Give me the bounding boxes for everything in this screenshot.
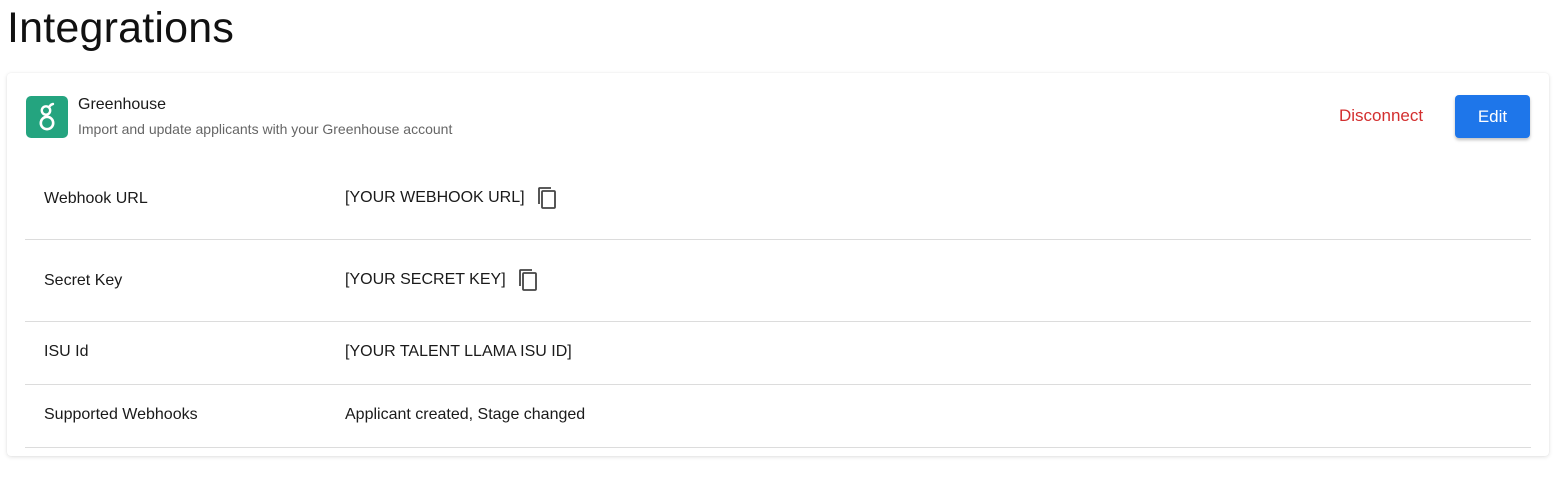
page-title: Integrations <box>7 4 235 52</box>
greenhouse-logo-icon <box>39 102 55 131</box>
field-value: [YOUR TALENT LLAMA ISU ID] <box>345 343 572 360</box>
integration-fields: Webhook URL [YOUR WEBHOOK URL] Secret Ke… <box>25 159 1531 448</box>
field-value: [YOUR SECRET KEY] <box>345 271 506 288</box>
field-row-webhook-url: Webhook URL [YOUR WEBHOOK URL] <box>25 159 1531 240</box>
field-label: Webhook URL <box>44 190 148 207</box>
field-label: Supported Webhooks <box>44 406 198 423</box>
field-value: Applicant created, Stage changed <box>345 406 586 423</box>
copy-icon[interactable] <box>536 186 558 210</box>
field-row-secret-key: Secret Key [YOUR SECRET KEY] <box>25 240 1531 322</box>
disconnect-button[interactable]: Disconnect <box>1325 101 1437 131</box>
integration-name: Greenhouse <box>78 96 167 113</box>
integration-card: Greenhouse Import and update applicants … <box>7 73 1549 456</box>
edit-button[interactable]: Edit <box>1455 95 1530 138</box>
field-row-supported-webhooks: Supported Webhooks Applicant created, St… <box>25 385 1531 448</box>
integration-description: Import and update applicants with your G… <box>78 121 453 137</box>
copy-icon[interactable] <box>517 268 539 292</box>
field-label: Secret Key <box>44 272 123 289</box>
field-value: [YOUR WEBHOOK URL] <box>345 189 525 206</box>
field-value-container: [YOUR WEBHOOK URL] <box>345 186 558 210</box>
field-value-container: [YOUR SECRET KEY] <box>345 268 539 292</box>
field-row-isu-id: ISU Id [YOUR TALENT LLAMA ISU ID] <box>25 322 1531 385</box>
field-label: ISU Id <box>44 343 89 360</box>
greenhouse-logo <box>26 96 68 138</box>
